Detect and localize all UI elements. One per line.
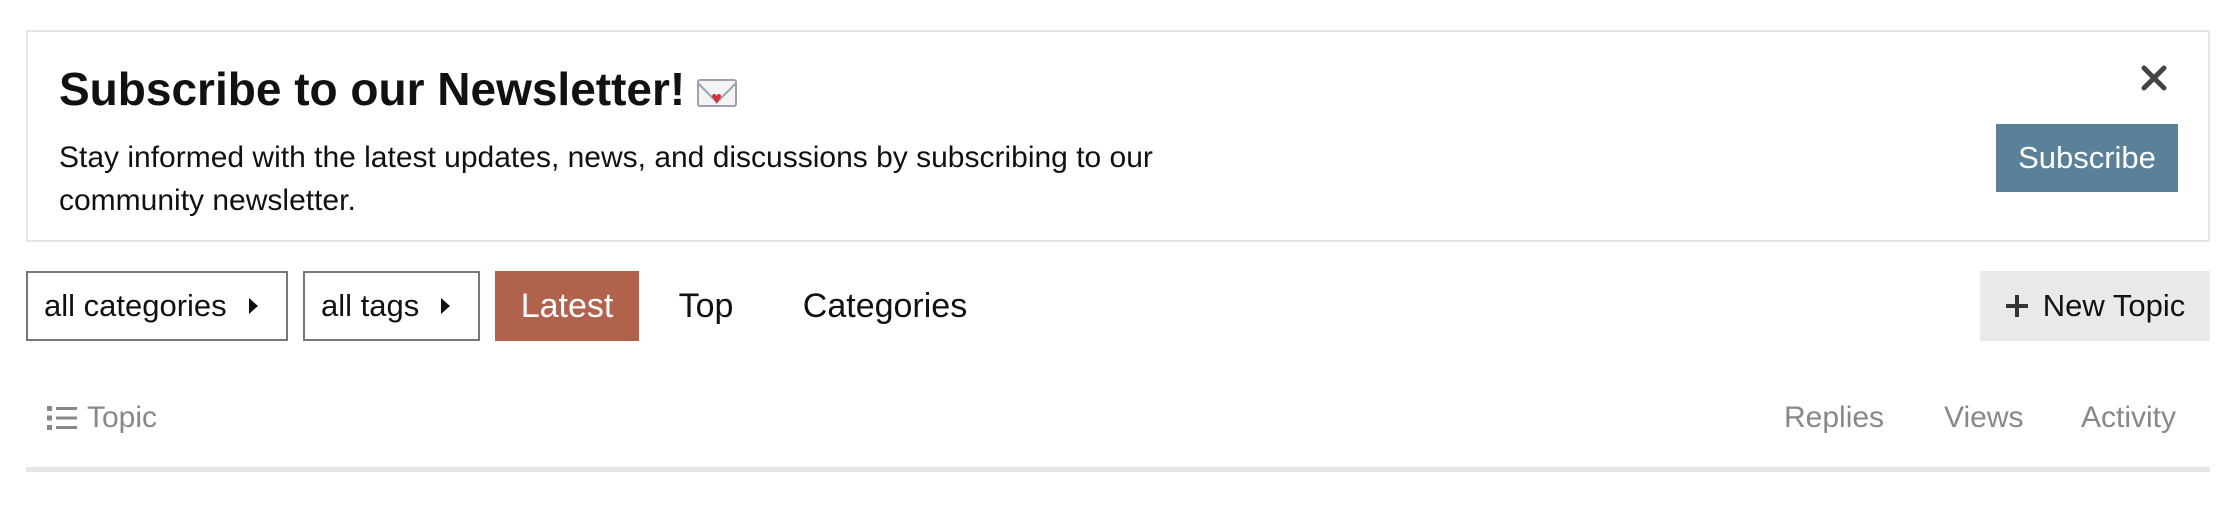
new-topic-label: New Topic <box>2042 288 2186 323</box>
banner-description: Stay informed with the latest updates, n… <box>59 141 1153 217</box>
banner-title: Subscribe to our Newsletter! <box>59 63 686 115</box>
plus-icon <box>2005 294 2029 318</box>
close-icon <box>2141 65 2167 91</box>
column-views[interactable]: Views <box>1944 401 2023 435</box>
close-banner-button[interactable] <box>2134 58 2174 98</box>
list-header-divider <box>26 467 2210 472</box>
topic-navigation: all categories all tags Latest Top Categ… <box>26 271 2210 341</box>
tab-top[interactable]: Top <box>666 271 746 341</box>
list-icon <box>47 405 77 431</box>
love-letter-envelope-icon: ♥ <box>697 79 738 107</box>
banner-title-row: Subscribe to our Newsletter! ♥ <box>59 62 738 116</box>
column-replies[interactable]: Replies <box>1784 401 1884 435</box>
tab-latest[interactable]: Latest <box>495 271 639 341</box>
column-topic[interactable]: Topic <box>47 401 157 435</box>
caret-right-icon <box>441 298 451 314</box>
page: Subscribe to our Newsletter! ♥ Stay info… <box>0 0 2235 510</box>
tab-categories[interactable]: Categories <box>790 271 980 341</box>
subscribe-button[interactable]: Subscribe <box>1996 124 2178 192</box>
heart-icon: ♥ <box>711 88 722 107</box>
categories-dropdown-label: all categories <box>44 288 227 323</box>
newsletter-banner: Subscribe to our Newsletter! ♥ Stay info… <box>26 30 2210 242</box>
categories-dropdown[interactable]: all categories <box>26 271 288 341</box>
tags-dropdown[interactable]: all tags <box>303 271 480 341</box>
tags-dropdown-label: all tags <box>321 288 420 323</box>
column-activity[interactable]: Activity <box>2081 401 2176 435</box>
topic-list-header: Topic Replies Views Activity <box>26 393 2210 443</box>
new-topic-button[interactable]: New Topic <box>1980 271 2210 341</box>
caret-right-icon <box>248 298 258 314</box>
column-topic-label: Topic <box>87 401 158 434</box>
